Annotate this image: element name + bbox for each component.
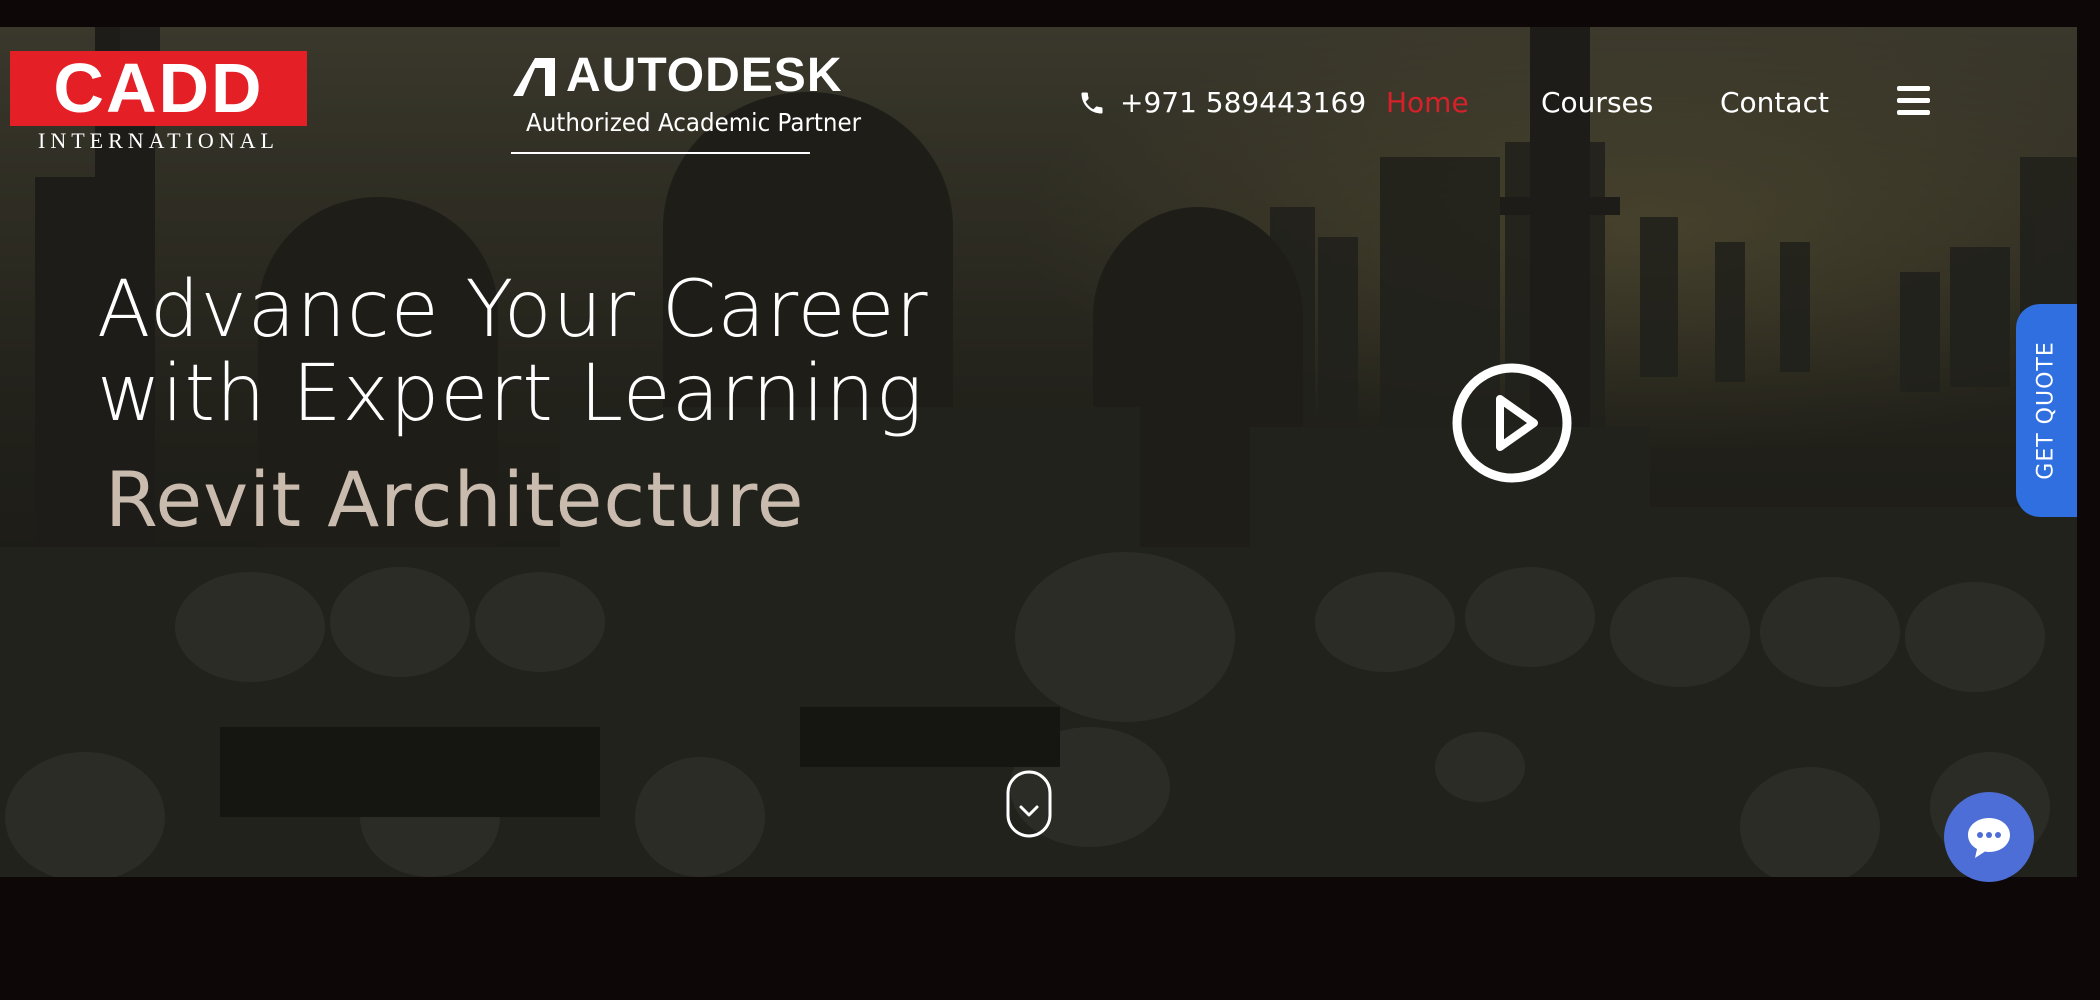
hamburger-menu-icon[interactable] bbox=[1897, 86, 1930, 116]
nav-contact[interactable]: Contact bbox=[1720, 86, 1829, 119]
phone-contact[interactable]: +971 589443169 bbox=[1078, 86, 1366, 119]
hero-section bbox=[0, 27, 2077, 877]
nav-home[interactable]: Home bbox=[1386, 86, 1469, 119]
get-quote-label-wrap[interactable]: GET QUOTE bbox=[2016, 304, 2077, 517]
cadd-logo[interactable]: CADD bbox=[10, 51, 307, 126]
chevron-down-icon[interactable] bbox=[1006, 770, 1052, 838]
hero-headline: Advance Your Career with Expert Learning bbox=[97, 268, 929, 436]
play-icon[interactable] bbox=[1450, 361, 1574, 485]
chat-button[interactable] bbox=[1944, 792, 2034, 882]
autodesk-wordmark: AUTODESK bbox=[566, 49, 843, 102]
cadd-logo-tagline: INTERNATIONAL bbox=[38, 128, 279, 153]
hero-headline-line1: Advance Your Career bbox=[97, 265, 929, 355]
phone-icon bbox=[1081, 92, 1103, 113]
autodesk-partner-subtitle: Authorized Academic Partner bbox=[526, 108, 862, 137]
phone-number: +971 589443169 bbox=[1120, 86, 1367, 119]
get-quote-label: GET QUOTE bbox=[2034, 341, 2059, 480]
autodesk-logo-icon bbox=[513, 58, 555, 96]
autodesk-underline bbox=[511, 152, 810, 154]
hero-subheading: Revit Architecture bbox=[105, 455, 805, 544]
chat-bubble-icon bbox=[1968, 818, 2010, 858]
hero-headline-line2: with Expert Learning bbox=[97, 349, 924, 439]
mosque-skyline-background bbox=[0, 27, 2077, 877]
nav-courses[interactable]: Courses bbox=[1541, 86, 1653, 119]
cadd-logo-text: CADD bbox=[53, 49, 264, 127]
